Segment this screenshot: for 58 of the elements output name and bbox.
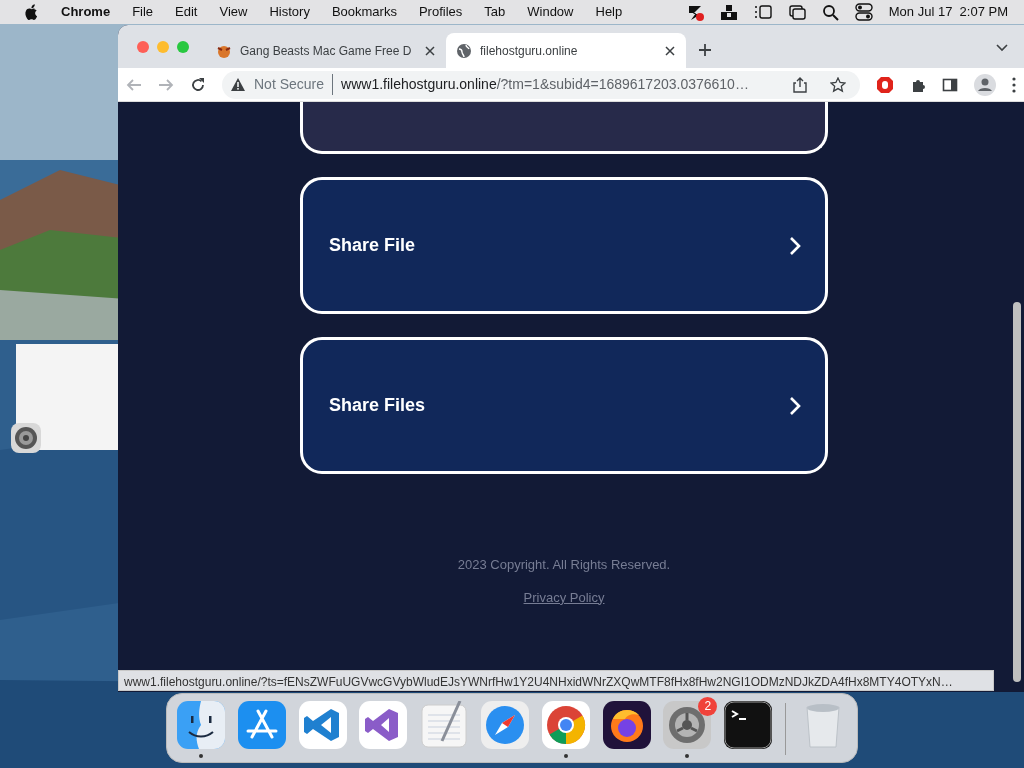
dock-divider [784,703,786,755]
copyright-text: 2023 Copyright. All Rights Reserved. [457,556,671,574]
browser-tab[interactable]: filehostguru.online [446,33,686,68]
address-bar[interactable]: Not Secure www1.filehostguru.online/?tm=1&subid4=1689617203.0376610… [222,70,860,99]
url-text: www1.filehostguru.online/?tm=1&subid4=1689617203.0376610… [341,75,750,94]
menu-item[interactable]: Tab [473,2,517,22]
apple-icon[interactable] [24,3,38,21]
menu-item[interactable]: View [208,2,259,22]
finder-icon[interactable] [177,701,225,749]
more-icon[interactable] [1012,76,1016,93]
side-panel-icon[interactable] [942,76,958,93]
menu-item[interactable]: Bookmarks [320,2,408,22]
link-card[interactable]: Share Files [300,337,828,474]
menu-item[interactable]: File [121,2,165,22]
chevron-right-icon [789,395,801,416]
ide-icon[interactable] [359,701,408,749]
clock: Mon Jul 17 2:07 PM [888,3,1008,22]
chrome-icon[interactable] [541,701,590,749]
share-icon[interactable] [792,76,808,93]
text-editor-icon[interactable] [420,701,469,749]
browser-tab[interactable]: Gang Beasts Mac Game Free D [206,33,446,68]
firefox-icon[interactable] [602,701,651,749]
menu-item[interactable]: Window [516,2,585,22]
chevron-down-icon[interactable] [996,44,1008,52]
compass-icon[interactable] [481,701,529,749]
app-store-icon[interactable] [237,701,286,749]
menu-item[interactable]: History [258,2,321,22]
status-url: www1.filehostguru.online/?ts=fENsZWFuUGVwcGVybWludEJsYWNrfHw1Y2U4NHxidWNrZXQwMTF8fHx8fHw2NGI1ODMzNDJkZDA4fHx8MTY4OTYxN… [118,670,994,691]
menu-item[interactable]: Chrome [50,2,122,22]
toggle-icon[interactable] [854,3,873,21]
window-thumbnail[interactable] [16,344,118,450]
profile-icon[interactable] [974,73,996,96]
windows-icon[interactable] [787,3,806,21]
sidebar-icon[interactable] [753,3,772,21]
security-label: Not Secure [254,74,334,95]
scroll-thumb[interactable] [1013,302,1021,682]
menu-item[interactable]: Edit [164,2,209,22]
code-editor-icon[interactable] [298,701,347,749]
close-icon[interactable] [664,44,676,57]
star-icon[interactable] [830,76,846,93]
stack-icon[interactable] [719,3,738,21]
globe-icon [456,42,472,59]
reload-icon[interactable] [190,76,206,93]
gear-icon[interactable] [10,422,42,454]
link-card[interactable]: Share File [300,177,828,314]
terminal-icon[interactable] [724,701,773,749]
privacy-link[interactable]: Privacy Policy [523,587,605,607]
blocker-icon[interactable] [876,75,894,94]
menu-item[interactable]: Help [584,2,634,22]
new-tab-icon[interactable] [698,43,712,57]
search-icon[interactable] [821,3,839,21]
close-icon[interactable] [424,44,436,57]
card[interactable] [300,102,828,154]
notification-badge: 2 [698,697,718,716]
chevron-right-icon [789,235,801,256]
settings-icon[interactable] [663,701,712,749]
warning-icon [230,76,246,93]
menu-item[interactable]: Profiles [407,2,474,22]
